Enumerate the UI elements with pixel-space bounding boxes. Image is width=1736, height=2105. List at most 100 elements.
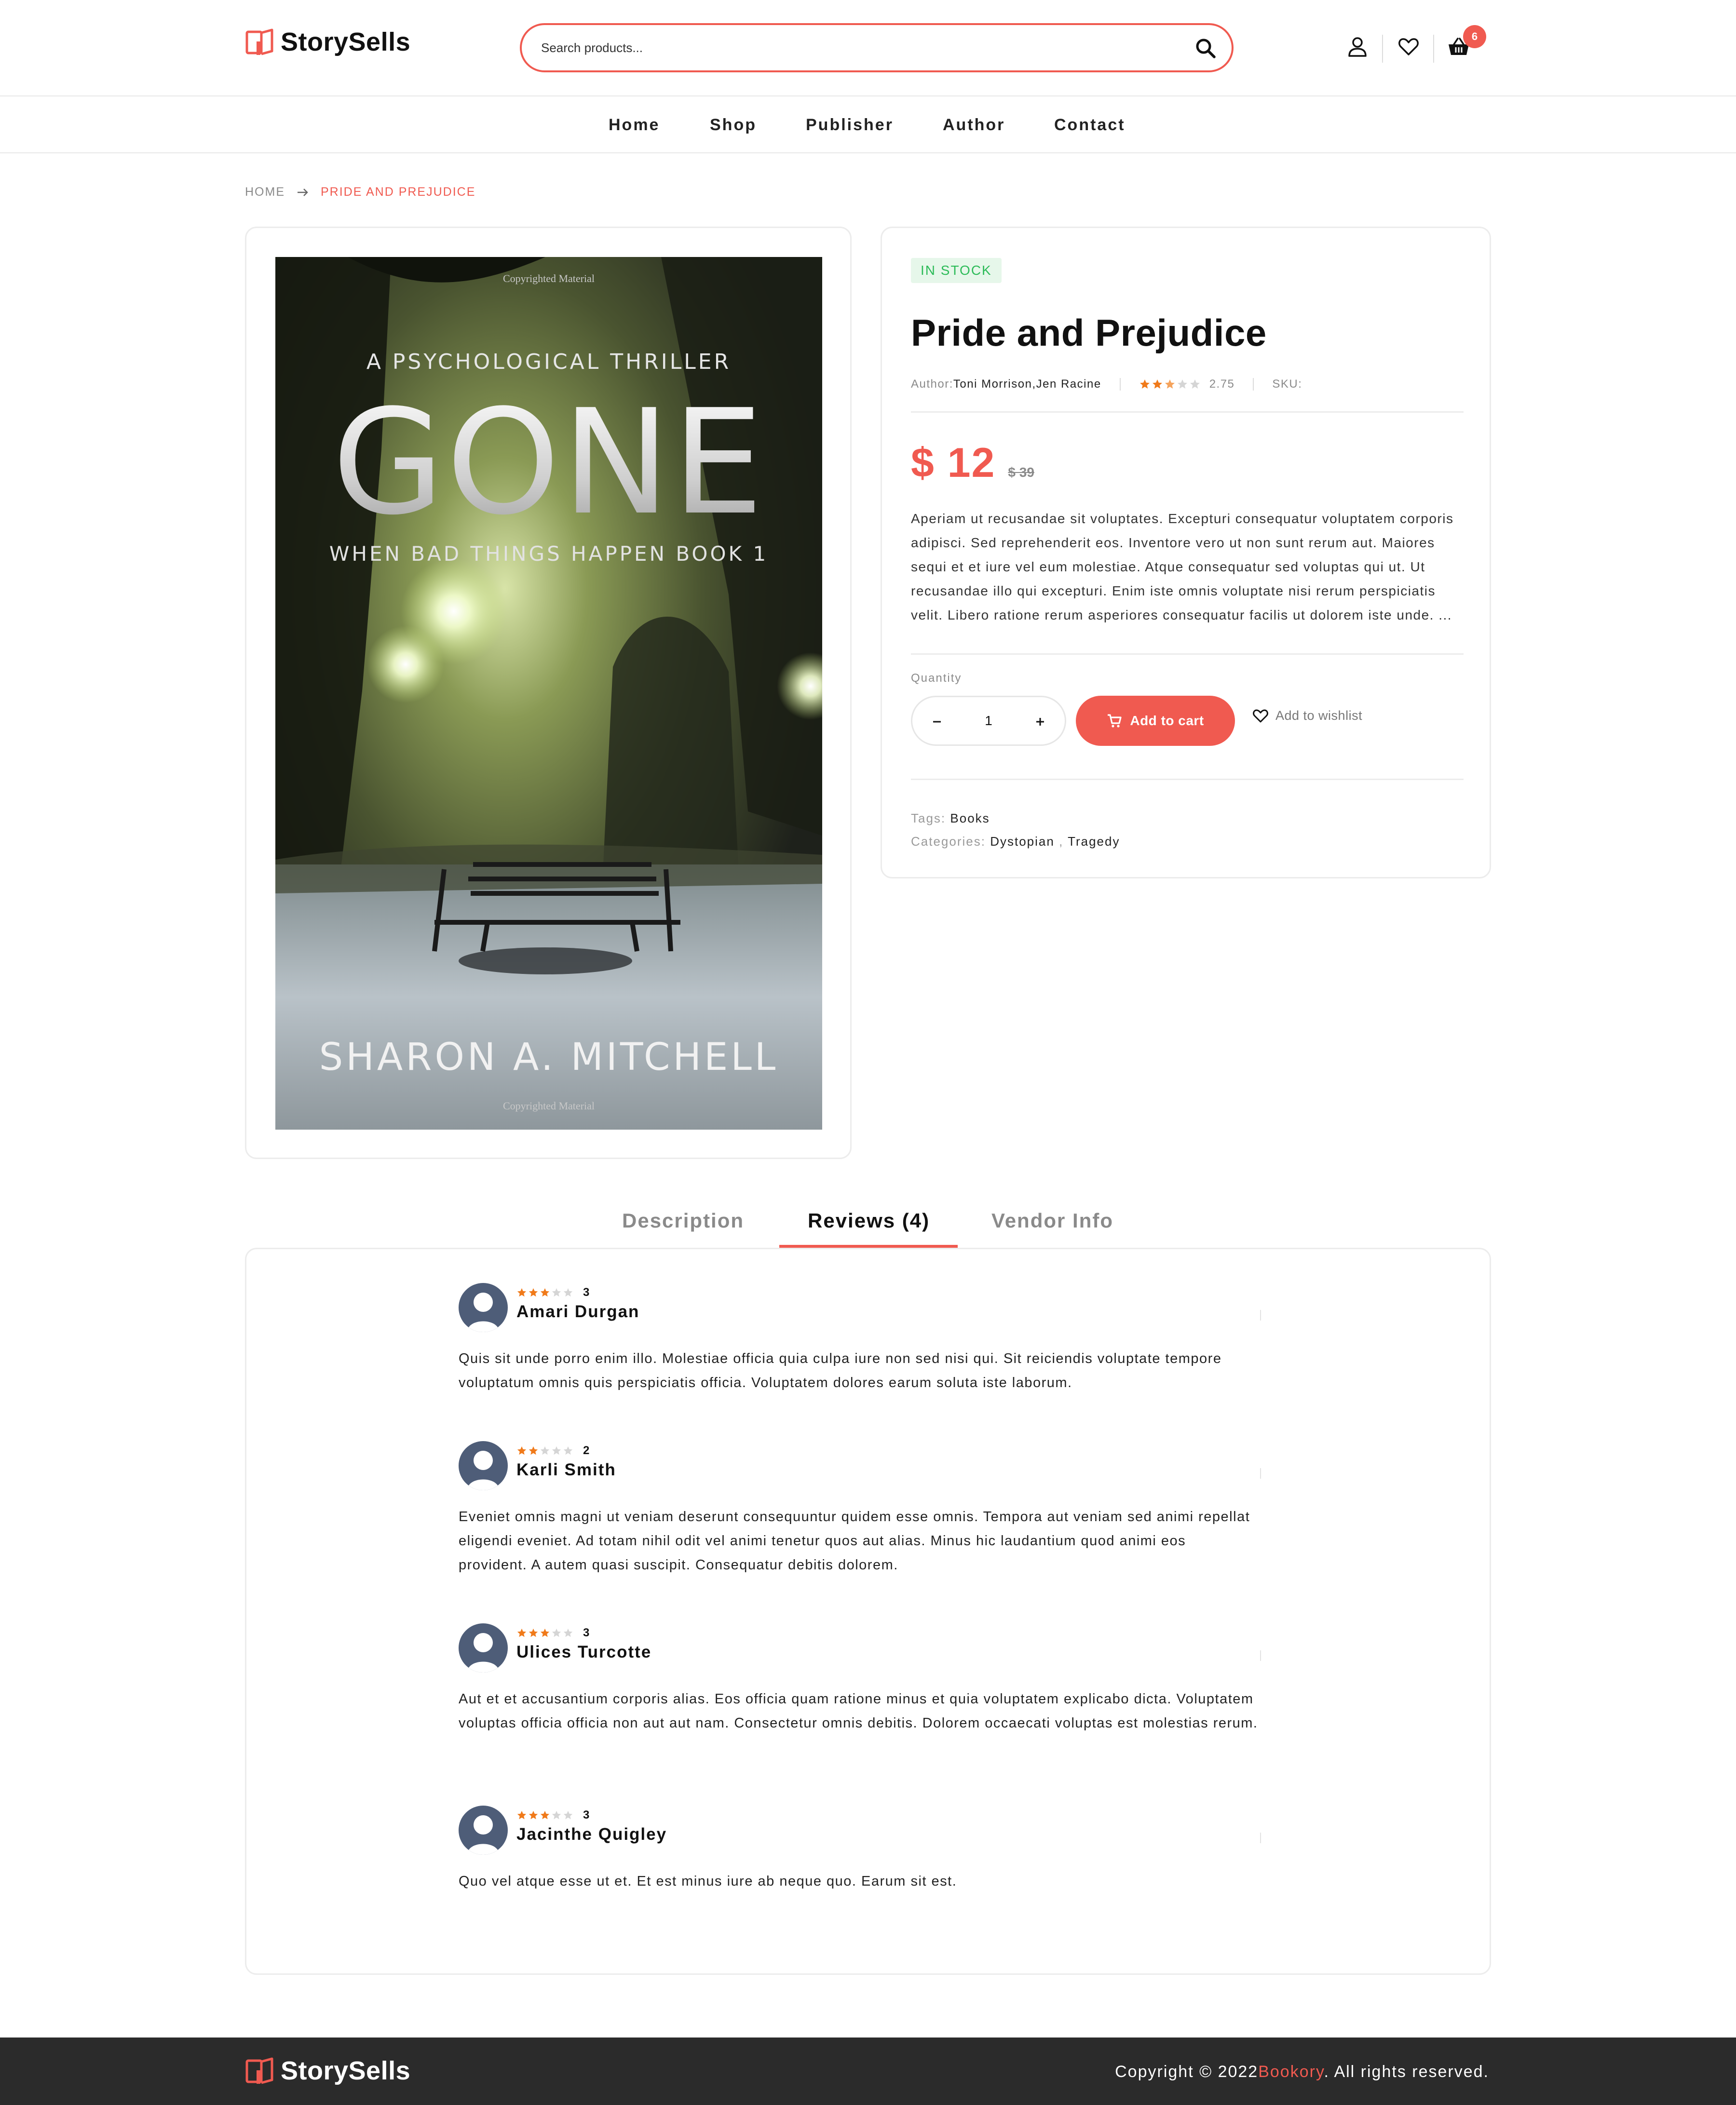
review-score: 3	[583, 1626, 590, 1639]
copyright-brand-link[interactable]: Bookory	[1258, 2063, 1324, 2081]
breadcrumb-home[interactable]: HOME	[245, 185, 285, 199]
star-icon	[517, 1810, 527, 1820]
copyright: Copyright © 2022Bookory. All rights rese…	[1115, 2063, 1489, 2081]
quantity-label: Quantity	[911, 672, 962, 685]
copyright-prefix: Copyright © 2022	[1115, 2063, 1259, 2081]
plus-icon	[1036, 717, 1044, 726]
tab-reviews[interactable]: Reviews (4)	[808, 1209, 930, 1232]
nav-contact[interactable]: Contact	[1054, 116, 1126, 135]
category-separator: ,	[1059, 834, 1064, 849]
brand-logo[interactable]: StorySells	[245, 25, 410, 59]
review-rating: 3	[516, 1626, 589, 1640]
review-text: Aut et et accusantium corporis alias. Eo…	[459, 1691, 1258, 1731]
category-link[interactable]: Dystopian	[990, 834, 1055, 849]
rating-value: 2.75	[1209, 378, 1235, 391]
star-icon	[1177, 379, 1187, 389]
heart-icon	[1398, 38, 1419, 55]
review-stars	[516, 1810, 574, 1821]
star-icon	[563, 1288, 573, 1297]
add-to-cart-label: Add to cart	[1130, 713, 1204, 728]
search-input[interactable]	[541, 40, 1168, 55]
review-divider	[1260, 1468, 1261, 1479]
search-button[interactable]	[1192, 35, 1219, 62]
review-divider	[1260, 1310, 1261, 1321]
star-icon	[563, 1810, 573, 1820]
star-icon	[1139, 379, 1150, 389]
nav-home[interactable]: Home	[609, 116, 660, 135]
search-icon	[1196, 39, 1216, 58]
product-info-card: IN STOCK Pride and Prejudice Author: Ton…	[881, 227, 1491, 878]
tab-vendor-info[interactable]: Vendor Info	[991, 1209, 1113, 1232]
cart-count-badge: 6	[1463, 25, 1486, 48]
review-score: 2	[583, 1444, 590, 1457]
nav-shop[interactable]: Shop	[710, 116, 757, 135]
review-text: Quo vel atque esse ut et. Et est minus i…	[459, 1874, 957, 1889]
site-header: StorySells 6	[0, 0, 1736, 96]
add-to-wishlist-button[interactable]: Add to wishlist	[1252, 708, 1362, 723]
quantity-stepper	[911, 696, 1066, 746]
quantity-input[interactable]	[969, 713, 1008, 729]
review-stars	[516, 1628, 574, 1638]
footer-brand-name: StorySells	[281, 2056, 411, 2085]
minus-icon	[933, 721, 941, 722]
reviews-panel: 3 Amari Durgan Quis sit unde porro enim …	[245, 1248, 1491, 1975]
sku-label: SKU:	[1272, 378, 1302, 391]
current-price: $ 12	[911, 440, 996, 486]
footer-logo[interactable]: StorySells	[245, 2054, 410, 2088]
breadcrumb-current: PRIDE AND PREJUDICE	[321, 185, 476, 199]
add-to-cart-button[interactable]: Add to cart	[1076, 696, 1235, 746]
reviewer-name: Jacinthe Quigley	[516, 1825, 667, 1844]
rating-stars	[1139, 378, 1202, 390]
wishlist-button[interactable]	[1396, 34, 1422, 60]
star-icon	[552, 1628, 561, 1637]
star-icon	[1152, 379, 1162, 389]
divider	[911, 779, 1464, 780]
star-icon	[517, 1446, 527, 1455]
decrease-quantity-button[interactable]	[930, 710, 944, 732]
product-title: Pride and Prejudice	[911, 311, 1267, 354]
review-rating: 2	[516, 1444, 589, 1457]
author-links[interactable]: Toni Morrison,Jen Racine	[953, 378, 1101, 391]
star-icon	[1190, 379, 1200, 389]
star-icon	[552, 1810, 561, 1820]
cover-author: SHARON A. MITCHELL	[319, 1036, 779, 1079]
book-logo-icon	[245, 2057, 273, 2084]
tags-label: Tags:	[911, 811, 946, 825]
product-image-card: Copyrighted Material A PSYCHOLOGICAL THR…	[245, 227, 852, 1159]
review-text: Eveniet omnis magni ut veniam deserunt c…	[459, 1509, 1250, 1573]
review-rating: 3	[516, 1808, 589, 1822]
user-avatar-icon	[459, 1806, 508, 1855]
avatar	[459, 1806, 508, 1855]
review-text: Quis sit unde porro enim illo. Molestiae…	[459, 1351, 1222, 1390]
star-icon	[552, 1446, 561, 1455]
divider	[911, 411, 1464, 413]
copyright-suffix: . All rights reserved.	[1324, 2063, 1489, 2081]
reviewer-name: Karli Smith	[516, 1460, 616, 1479]
nav-author[interactable]: Author	[943, 116, 1005, 135]
avatar	[459, 1623, 508, 1673]
cover-top-note: Copyrighted Material	[503, 272, 595, 284]
reviewer-name: Ulices Turcotte	[516, 1643, 652, 1661]
meta-separator	[1253, 378, 1254, 391]
review-score: 3	[583, 1286, 590, 1299]
cover-bottom-note: Copyrighted Material	[503, 1100, 595, 1112]
product-meta: Author: Toni Morrison,Jen Racine 2.75 SK…	[911, 378, 1302, 391]
star-icon	[563, 1628, 573, 1637]
star-icon	[517, 1628, 527, 1637]
star-icon	[540, 1288, 550, 1297]
meta-separator	[1119, 378, 1121, 391]
review-stars	[516, 1287, 574, 1298]
add-to-wishlist-label: Add to wishlist	[1275, 708, 1363, 723]
star-icon	[540, 1628, 550, 1637]
increase-quantity-button[interactable]	[1033, 710, 1047, 732]
main-nav: Home Shop Publisher Author Contact	[0, 96, 1736, 153]
account-button[interactable]	[1344, 34, 1370, 60]
category-link[interactable]: Tragedy	[1068, 834, 1120, 849]
tag-link[interactable]: Books	[950, 811, 990, 825]
nav-publisher[interactable]: Publisher	[806, 116, 894, 135]
tab-description[interactable]: Description	[622, 1209, 744, 1232]
star-icon	[529, 1628, 538, 1637]
star-icon	[540, 1810, 550, 1820]
divider	[911, 653, 1464, 655]
brand-name: StorySells	[281, 27, 411, 56]
